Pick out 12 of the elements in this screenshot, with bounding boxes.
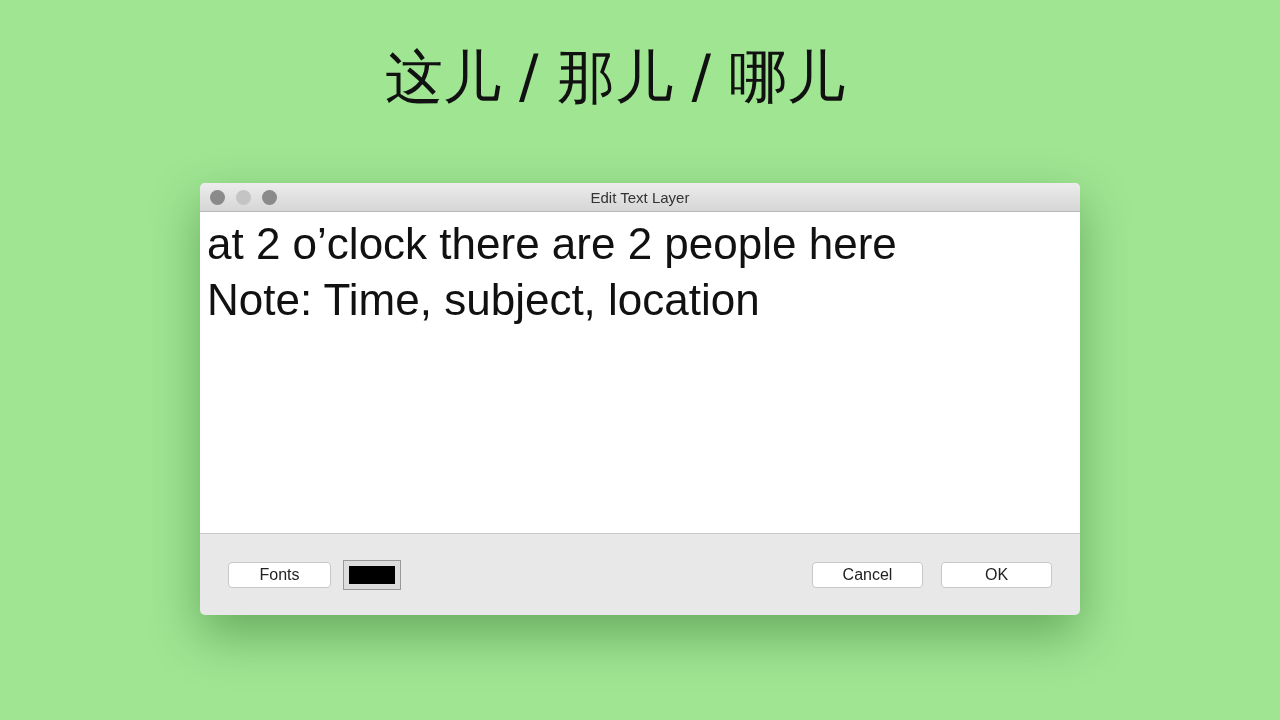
zoom-icon[interactable] — [262, 190, 277, 205]
text-editor[interactable]: at 2 o’clock there are 2 people here Note: Time, subject, location — [200, 212, 1080, 534]
dialog-button[interactable]: Cancel — [812, 561, 923, 588]
slide-heading: 这儿 / 那儿 / 哪儿 — [384, 42, 846, 113]
close-icon[interactable] — [210, 190, 225, 205]
dialog-button[interactable]: OK — [941, 561, 1052, 588]
window-title: Edit Text Layer — [590, 188, 690, 206]
fonts-button[interactable]: Fonts — [228, 561, 331, 588]
minimize-icon[interactable] — [236, 190, 251, 205]
color-well[interactable] — [343, 559, 401, 590]
text-line: at 2 o’clock there are 2 people here — [207, 218, 898, 270]
text-line: Note: Time, subject, location — [207, 274, 761, 326]
